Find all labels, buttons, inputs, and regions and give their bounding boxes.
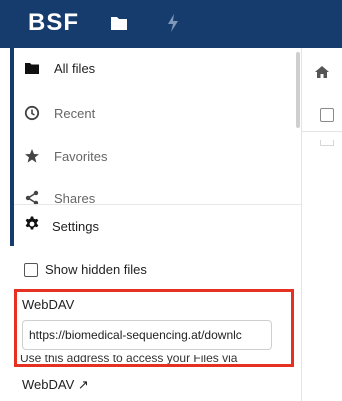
- divider: [14, 204, 302, 205]
- show-hidden-files-checkbox[interactable]: [24, 262, 38, 277]
- show-hidden-files-label: Show hidden files: [45, 262, 147, 277]
- star-icon: [24, 148, 40, 164]
- row-checkbox[interactable]: [320, 140, 334, 146]
- clock-icon: [24, 105, 40, 121]
- webdav-url-field[interactable]: [22, 320, 272, 350]
- home-icon[interactable]: [314, 65, 330, 84]
- sidebar-item-all-files[interactable]: All files: [14, 48, 294, 88]
- webdav-help-link[interactable]: WebDAV ↗: [22, 377, 89, 393]
- sidebar-item-label: Favorites: [54, 148, 108, 164]
- show-hidden-files-option[interactable]: Show hidden files: [24, 262, 147, 277]
- app-header: BSF: [0, 0, 342, 48]
- settings-toggle[interactable]: Settings: [24, 216, 99, 237]
- folder-icon[interactable]: [110, 15, 128, 36]
- file-list-area: [302, 48, 342, 401]
- sidebar-item-favorites[interactable]: Favorites: [14, 136, 294, 176]
- sidebar-item-label: Recent: [54, 105, 96, 121]
- sidebar-item-recent[interactable]: Recent: [14, 93, 294, 133]
- gear-icon: [24, 216, 40, 237]
- sidebar-item-shares[interactable]: Shares: [14, 178, 294, 218]
- app-logo[interactable]: BSF: [28, 9, 79, 37]
- folder-icon: [24, 60, 40, 76]
- divider: [302, 131, 342, 132]
- select-all-checkbox[interactable]: [320, 108, 334, 122]
- bolt-icon[interactable]: [166, 13, 180, 38]
- webdav-hint-text: Use this address to access your Files vi…: [20, 355, 284, 369]
- sidebar-scrollbar[interactable]: [296, 52, 300, 128]
- settings-label: Settings: [52, 219, 99, 234]
- sidebar-item-label: All files: [54, 60, 96, 76]
- webdav-hint-label: Use this address to access your Files vi…: [20, 355, 238, 365]
- webdav-heading: WebDAV: [22, 297, 75, 312]
